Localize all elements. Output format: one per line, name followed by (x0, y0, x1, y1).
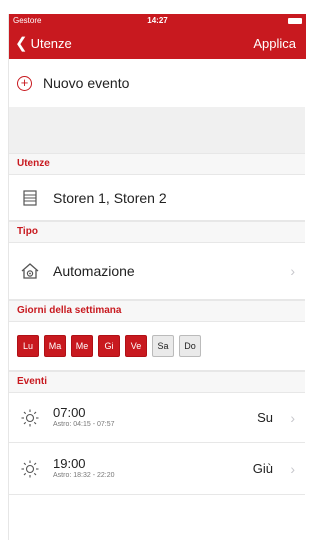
type-row[interactable]: Automazione › (9, 243, 305, 300)
event-info: 19:00 Astro: 18:32 - 22:20 (53, 457, 114, 480)
section-title-eventi: Eventi (9, 371, 305, 393)
event-time: 07:00 (53, 405, 86, 420)
section-title-utenze: Utenze (9, 153, 305, 175)
event-info: 07:00 Astro: 04:15 - 07:57 (53, 406, 114, 429)
event-row[interactable]: 19:00 Astro: 18:32 - 22:20 Giù › (9, 443, 305, 495)
day-toggle-do[interactable]: Do (179, 335, 201, 357)
event-astro: Astro: 04:15 - 07:57 (53, 421, 115, 428)
day-toggle-sa[interactable]: Sa (152, 335, 174, 357)
section-title-tipo: Tipo (9, 221, 305, 243)
section-gap (9, 107, 305, 153)
day-toggle-ma[interactable]: Ma (44, 335, 66, 357)
battery-icon (288, 18, 302, 24)
sun-icon (19, 407, 41, 429)
event-direction: Su (257, 410, 273, 425)
clock: 14:27 (147, 16, 168, 25)
screen: Gestore 14:27 ❮ Utenze Applica + Nuovo e… (8, 14, 306, 540)
chevron-right-icon: › (290, 409, 295, 426)
navigation-bar: ❮ Utenze Applica (9, 34, 306, 56)
top-bar: Gestore 14:27 ❮ Utenze Applica (9, 14, 306, 59)
day-toggle-gi[interactable]: Gi (98, 335, 120, 357)
section-title-giorni: Giorni della settimana (9, 300, 305, 322)
event-row[interactable]: 07:00 Astro: 04:15 - 07:57 Su › (9, 393, 305, 443)
event-time: 19:00 (53, 456, 86, 471)
weekday-selector: Lu Ma Me Gi Ve Sa Do (9, 322, 305, 371)
devices-row[interactable]: Storen 1, Storen 2 (9, 175, 305, 221)
plus-circle-icon: + (17, 75, 32, 91)
new-event-row[interactable]: + Nuovo evento (9, 59, 305, 107)
new-event-label: Nuovo evento (43, 75, 130, 91)
day-toggle-ve[interactable]: Ve (125, 335, 147, 357)
event-direction: Giù (252, 461, 273, 476)
status-bar: Gestore 14:27 (13, 16, 302, 28)
chevron-right-icon: › (290, 460, 295, 477)
event-astro: Astro: 18:32 - 22:20 (53, 472, 115, 479)
day-toggle-me[interactable]: Me (71, 335, 93, 357)
list-icon (19, 187, 41, 209)
sun-icon (19, 458, 41, 480)
back-label: Utenze (30, 36, 72, 51)
back-button[interactable]: ❮ Utenze (15, 36, 72, 51)
chevron-left-icon: ❮ (15, 35, 28, 52)
home-gear-icon (19, 260, 41, 282)
day-toggle-lu[interactable]: Lu (17, 335, 39, 357)
type-value: Automazione (53, 263, 135, 279)
apply-button[interactable]: Applica (253, 36, 296, 51)
chevron-right-icon: › (290, 263, 295, 279)
devices-value: Storen 1, Storen 2 (53, 189, 167, 206)
